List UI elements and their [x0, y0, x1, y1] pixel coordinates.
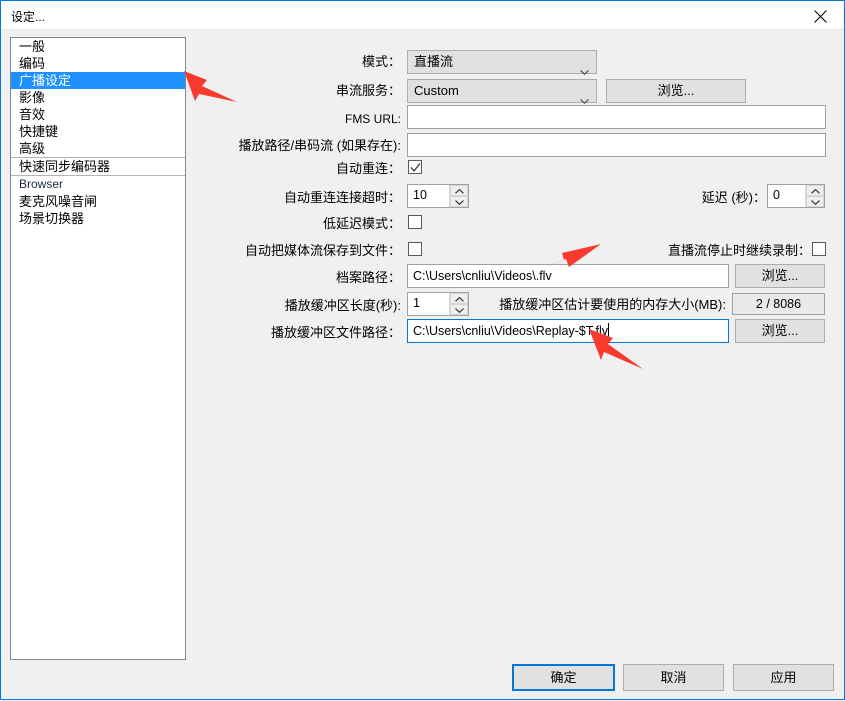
reconnect-timeout-label: 自动重连连接超时： [283, 190, 401, 205]
stream-service-label: 串流服务： [335, 83, 401, 98]
title-bar: 设定... [1, 1, 844, 30]
sidebar-item-encoding[interactable]: 编码 [11, 55, 185, 72]
replay-buffer-memory-label: 播放缓冲区估计要使用的内存大小(MB): [499, 297, 726, 312]
close-icon[interactable] [798, 1, 844, 29]
replay-buffer-path-value: C:\Users\cnliu\Videos\Replay-$T.flv [413, 324, 608, 338]
apply-button[interactable]: 应用 [733, 664, 834, 691]
auto-reconnect-label: 自动重连： [335, 161, 401, 176]
chevron-down-icon [580, 60, 589, 76]
delay-label: 延迟 (秒)： [701, 190, 766, 205]
settings-dialog: 设定... 一般 编码 广播设定 影像 音效 快捷键 高级 快速同步编码器 Br… [0, 0, 845, 700]
check-icon [410, 163, 421, 173]
play-path-label: 播放路径/串码流 (如果存在): [238, 138, 402, 153]
spinner-down-icon[interactable] [450, 196, 468, 207]
window-title: 设定... [11, 10, 46, 24]
spinner-down-icon[interactable] [806, 196, 824, 207]
browse-file-path-button[interactable]: 浏览... [735, 264, 825, 288]
replay-buffer-length-label: 播放缓冲区长度(秒): [284, 298, 401, 313]
replay-buffer-path-input[interactable]: C:\Users\cnliu\Videos\Replay-$T.flv [407, 319, 729, 343]
replay-buffer-path-label: 播放缓冲区文件路径： [270, 325, 401, 340]
stream-service-value: Custom [414, 83, 459, 98]
replay-buffer-length-value: 1 [413, 296, 420, 310]
spinner-up-icon[interactable] [806, 185, 824, 196]
sidebar-item-hotkeys[interactable]: 快捷键 [11, 123, 185, 140]
sidebar-item-video[interactable]: 影像 [11, 89, 185, 106]
auto-save-stream-checkbox[interactable] [408, 242, 422, 256]
sidebar-item-advanced[interactable]: 高级 [11, 140, 185, 157]
fms-url-label: FMS URL: [344, 112, 401, 126]
sidebar-item-general[interactable]: 一般 [11, 38, 185, 55]
spinner-up-icon[interactable] [450, 185, 468, 196]
browse-replay-buffer-path-button[interactable]: 浏览... [735, 319, 825, 343]
ok-button[interactable]: 确定 [512, 664, 615, 691]
reconnect-timeout-value: 10 [413, 188, 427, 202]
sidebar-item-quicksync-encoder[interactable]: 快速同步编码器 [11, 157, 185, 176]
browse-service-button[interactable]: 浏览... [606, 79, 746, 103]
sidebar-item-browser[interactable]: Browser [11, 176, 185, 193]
arrow-to-broadcast-settings [184, 71, 237, 102]
low-latency-label: 低延迟模式： [322, 216, 401, 231]
auto-save-stream-label: 自动把媒体流保存到文件： [244, 243, 401, 258]
delay-value: 0 [773, 188, 780, 202]
file-path-input[interactable]: C:\Users\cnliu\Videos\.flv [407, 264, 729, 288]
low-latency-checkbox[interactable] [408, 215, 422, 229]
auto-reconnect-checkbox[interactable] [408, 160, 422, 174]
chevron-down-icon [580, 89, 589, 105]
sidebar-item-broadcast-settings[interactable]: 广播设定 [11, 72, 185, 89]
text-caret [607, 323, 609, 337]
sidebar-item-mic-noise-gate[interactable]: 麦克风噪音闸 [11, 193, 185, 210]
mode-select[interactable]: 直播流 [407, 50, 597, 76]
settings-category-list[interactable]: 一般 编码 广播设定 影像 音效 快捷键 高级 快速同步编码器 Browser … [10, 37, 186, 660]
play-path-input[interactable] [407, 133, 826, 157]
stream-service-select[interactable]: Custom [407, 79, 597, 105]
fms-url-input[interactable] [407, 105, 826, 129]
sidebar-item-audio[interactable]: 音效 [11, 106, 185, 123]
reconnect-timeout-spinner[interactable]: 10 [407, 184, 469, 208]
keep-recording-label: 直播流停止时继续录制： [667, 243, 811, 258]
delay-spinner[interactable]: 0 [767, 184, 825, 208]
replay-buffer-memory-value: 2 / 8086 [732, 293, 825, 315]
mode-label: 模式： [361, 54, 401, 69]
mode-value: 直播流 [414, 54, 454, 69]
cancel-button[interactable]: 取消 [623, 664, 724, 691]
sidebar-item-scene-switcher[interactable]: 场景切换器 [11, 210, 185, 227]
keep-recording-checkbox[interactable] [812, 242, 826, 256]
file-path-label: 档案路径： [335, 270, 401, 285]
